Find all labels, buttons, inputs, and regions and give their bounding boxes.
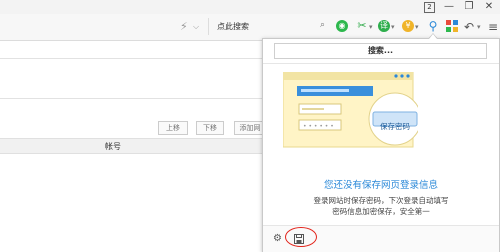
close-icon[interactable]: ✕	[482, 1, 496, 13]
page-divider	[0, 98, 262, 99]
move-down-button[interactable]: 下移	[196, 121, 224, 135]
highlight-circle	[285, 227, 317, 247]
coin-icon[interactable]: ¥	[402, 20, 414, 32]
chevron-down-icon[interactable]: ▾	[415, 21, 419, 33]
column-header-account: 帐号	[105, 142, 121, 151]
popup-divider	[263, 63, 499, 64]
empty-state-description: 登录网站时保存密码，下次登录自动填写 密码信息加密保存，安全第一	[281, 195, 481, 217]
browser-toolbar: ⚡ ⌵ 点此搜索 ⌕ ◉ ✂ ▾ 译 ▾ ¥ ▾ ⚲ ↶ ▾ ≡	[0, 14, 500, 41]
popup-footer: ⚙	[263, 225, 499, 252]
window-titlebar: 2 — ❐ ✕	[0, 0, 500, 14]
tab-count-badge[interactable]: 2	[424, 2, 435, 13]
page-divider	[0, 58, 262, 59]
search-input[interactable]: 点此搜索 ⌕	[208, 18, 329, 35]
save-password-callout: 保存密码	[380, 122, 410, 131]
chevron-down-icon[interactable]: ▾	[477, 21, 481, 33]
password-manager-popup: 搜索... • • • • • • 保存密码 您还没有保存网页登录信息 登录网站…	[262, 38, 500, 252]
undo-icon[interactable]: ↶	[464, 21, 474, 33]
search-placeholder: 点此搜索	[217, 22, 249, 31]
description-line-1: 登录网站时保存密码，下次登录自动填写	[313, 196, 449, 205]
chevron-down-icon[interactable]: ▾	[391, 21, 395, 33]
svg-text:• • • • • •: • • • • • •	[303, 123, 334, 130]
empty-state-title: 您还没有保存网页登录信息	[323, 180, 438, 191]
chevron-down-icon[interactable]: ▾	[369, 21, 373, 33]
description-line-2: 密码信息加密保存，安全第一	[332, 207, 430, 216]
search-icon[interactable]: ⌕	[320, 20, 325, 30]
chevron-down-icon[interactable]: ⌵	[193, 21, 199, 33]
lightning-icon[interactable]: ⚡	[180, 21, 188, 33]
translate-icon[interactable]: 译	[378, 20, 390, 32]
key-icon[interactable]: ⚲	[427, 20, 439, 32]
popup-search-label: 搜索...	[367, 46, 394, 55]
popup-arrow-inner	[429, 34, 437, 39]
settings-icon[interactable]: ⚙	[273, 234, 282, 244]
menu-icon[interactable]: ≡	[488, 21, 498, 33]
shield-icon[interactable]: ◉	[336, 20, 348, 32]
apps-grid-icon[interactable]	[446, 20, 458, 32]
minimize-icon[interactable]: —	[442, 1, 456, 13]
scissors-icon[interactable]: ✂	[356, 20, 368, 32]
restore-icon[interactable]: ❐	[462, 1, 476, 13]
popup-search-input[interactable]: 搜索...	[274, 43, 487, 59]
save-password-illustration: • • • • • •	[283, 72, 418, 148]
move-up-button[interactable]: 上移	[158, 121, 188, 135]
